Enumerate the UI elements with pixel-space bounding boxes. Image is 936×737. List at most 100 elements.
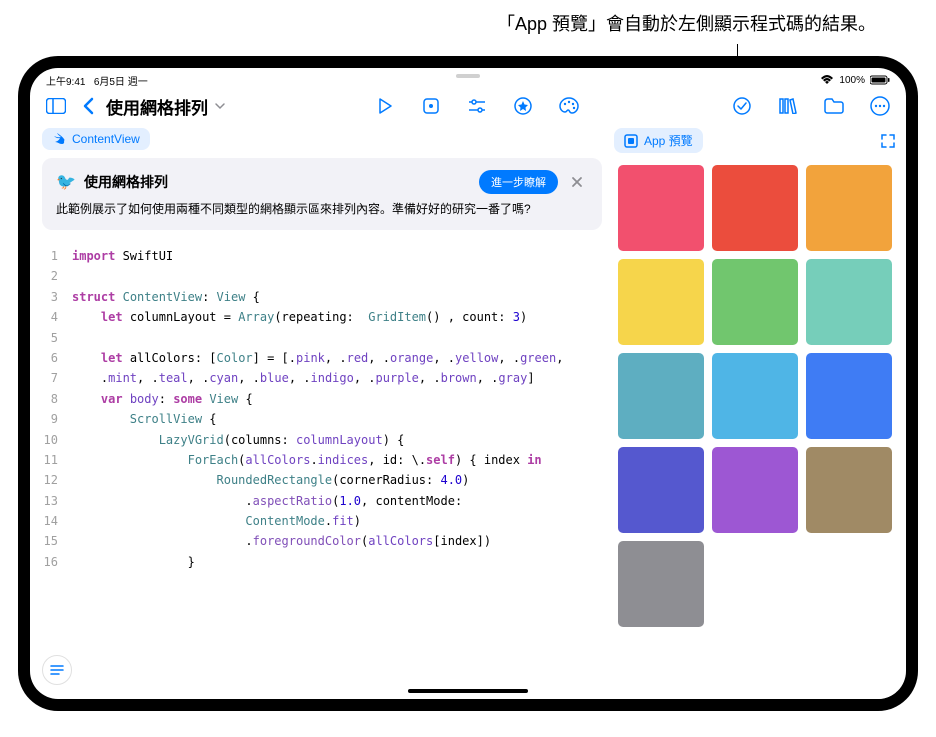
code-content[interactable]: let allColors: [Color] = [.pink, .red, .…	[72, 348, 602, 368]
app-preview-icon	[624, 134, 638, 148]
code-line[interactable]: 11 ForEach(allColors.indices, id: \.self…	[42, 450, 602, 470]
color-tile[interactable]	[618, 447, 704, 533]
code-content[interactable]: .mint, .teal, .cyan, .blue, .indigo, .pu…	[72, 368, 602, 388]
content-area: ContentView 🐦 使用網格排列 進一步瞭解 此範例展示了如何使用兩種不…	[30, 128, 906, 699]
code-editor[interactable]: 1import SwiftUI23struct ContentView: Vie…	[42, 238, 602, 699]
code-content[interactable]: .foregroundColor(allColors[index])	[72, 531, 602, 551]
settings-sliders-icon[interactable]	[463, 92, 491, 120]
code-line[interactable]: 13 .aspectRatio(1.0, contentMode:	[42, 491, 602, 511]
code-content[interactable]: .aspectRatio(1.0, contentMode:	[72, 491, 602, 511]
preview-canvas	[614, 161, 896, 699]
library-icon[interactable]	[774, 92, 802, 120]
color-tile[interactable]	[712, 165, 798, 251]
code-line[interactable]: 6 let allColors: [Color] = [.pink, .red,…	[42, 348, 602, 368]
code-content[interactable]: }	[72, 552, 602, 572]
code-line[interactable]: 12 RoundedRectangle(cornerRadius: 4.0)	[42, 470, 602, 490]
check-circle-icon[interactable]	[728, 92, 756, 120]
code-line[interactable]: 15 .foregroundColor(allColors[index])	[42, 531, 602, 551]
battery-percent: 100%	[839, 75, 865, 86]
code-content[interactable]: var body: some View {	[72, 389, 602, 409]
line-number: 4	[42, 307, 72, 327]
ipad-screen: 上午9:41 6月5日 週一 100% 使用網格排列	[30, 68, 906, 699]
status-date: 6月5日 週一	[94, 77, 148, 88]
app-preview-chip[interactable]: App 預覽	[614, 128, 703, 153]
code-editor-pane: ContentView 🐦 使用網格排列 進一步瞭解 此範例展示了如何使用兩種不…	[30, 128, 610, 699]
status-bar: 上午9:41 6月5日 週一 100%	[30, 68, 906, 88]
code-line[interactable]: 8 var body: some View {	[42, 389, 602, 409]
color-tile[interactable]	[712, 447, 798, 533]
color-tile[interactable]	[618, 165, 704, 251]
back-button[interactable]	[78, 97, 98, 115]
line-number: 12	[42, 470, 72, 490]
line-number: 3	[42, 287, 72, 307]
swift-icon	[52, 132, 66, 146]
line-number: 9	[42, 409, 72, 429]
color-palette-icon[interactable]	[555, 92, 583, 120]
code-content[interactable]: ContentMode.fit)	[72, 511, 602, 531]
color-tile[interactable]	[618, 541, 704, 627]
status-time: 上午9:41	[46, 77, 85, 88]
quick-actions-button[interactable]	[42, 655, 72, 685]
run-button[interactable]	[371, 92, 399, 120]
file-chip-label: ContentView	[72, 132, 140, 146]
code-line[interactable]: 10 LazyVGrid(columns: columnLayout) {	[42, 430, 602, 450]
color-tile[interactable]	[806, 353, 892, 439]
code-line[interactable]: 4 let columnLayout = Array(repeating: Gr…	[42, 307, 602, 327]
code-line[interactable]: 1import SwiftUI	[42, 246, 602, 266]
code-line[interactable]: 7 .mint, .teal, .cyan, .blue, .indigo, .…	[42, 368, 602, 388]
color-tile[interactable]	[712, 259, 798, 345]
file-chip[interactable]: ContentView	[42, 128, 150, 150]
caption-text: 「App 預覽」會自動於左側顯示程式碼的結果。	[0, 0, 936, 36]
code-line[interactable]: 14 ContentMode.fit)	[42, 511, 602, 531]
home-indicator[interactable]	[408, 689, 528, 693]
favorites-icon[interactable]	[509, 92, 537, 120]
preview-pane: App 預覽	[610, 128, 906, 699]
color-tile[interactable]	[806, 447, 892, 533]
code-content[interactable]: LazyVGrid(columns: columnLayout) {	[72, 430, 602, 450]
code-content[interactable]: ForEach(allColors.indices, id: \.self) {…	[72, 450, 602, 470]
code-content[interactable]	[72, 266, 602, 286]
intro-description: 此範例展示了如何使用兩種不同類型的網格顯示區來排列內容。準備好好的研究一番了嗎?	[56, 200, 588, 218]
code-content[interactable]: struct ContentView: View {	[72, 287, 602, 307]
line-number: 15	[42, 531, 72, 551]
line-number: 13	[42, 491, 72, 511]
line-number: 11	[42, 450, 72, 470]
more-menu-icon[interactable]	[866, 92, 894, 120]
learn-more-button[interactable]: 進一步瞭解	[479, 170, 558, 194]
code-content[interactable]: ScrollView {	[72, 409, 602, 429]
chevron-down-icon[interactable]	[214, 102, 226, 110]
code-content[interactable]	[72, 328, 602, 348]
toolbar: 使用網格排列	[30, 88, 906, 128]
line-number: 10	[42, 430, 72, 450]
code-line[interactable]: 9 ScrollView {	[42, 409, 602, 429]
folder-icon[interactable]	[820, 92, 848, 120]
close-intro-button[interactable]	[566, 175, 588, 189]
ipad-device-frame: 上午9:41 6月5日 週一 100% 使用網格排列	[18, 56, 918, 711]
wifi-icon	[820, 75, 834, 85]
stop-button[interactable]	[417, 92, 445, 120]
expand-icon[interactable]	[880, 133, 896, 149]
code-line[interactable]: 5	[42, 328, 602, 348]
line-number: 8	[42, 389, 72, 409]
line-number: 7	[42, 368, 72, 388]
code-content[interactable]: import SwiftUI	[72, 246, 602, 266]
code-line[interactable]: 2	[42, 266, 602, 286]
color-tile[interactable]	[806, 165, 892, 251]
color-tile[interactable]	[618, 259, 704, 345]
code-line[interactable]: 3struct ContentView: View {	[42, 287, 602, 307]
code-line[interactable]: 16 }	[42, 552, 602, 572]
line-number: 5	[42, 328, 72, 348]
color-tile[interactable]	[712, 353, 798, 439]
line-number: 1	[42, 246, 72, 266]
color-tile[interactable]	[806, 259, 892, 345]
intro-title: 使用網格排列	[84, 172, 471, 192]
app-preview-label: App 預覽	[644, 132, 693, 149]
page-title[interactable]: 使用網格排列	[106, 94, 208, 119]
sidebar-toggle-icon[interactable]	[42, 92, 70, 120]
color-tile[interactable]	[618, 353, 704, 439]
drag-handle	[456, 74, 480, 78]
code-content[interactable]: RoundedRectangle(cornerRadius: 4.0)	[72, 470, 602, 490]
line-number: 16	[42, 552, 72, 572]
code-content[interactable]: let columnLayout = Array(repeating: Grid…	[72, 307, 602, 327]
swift-bird-icon: 🐦	[56, 172, 76, 192]
